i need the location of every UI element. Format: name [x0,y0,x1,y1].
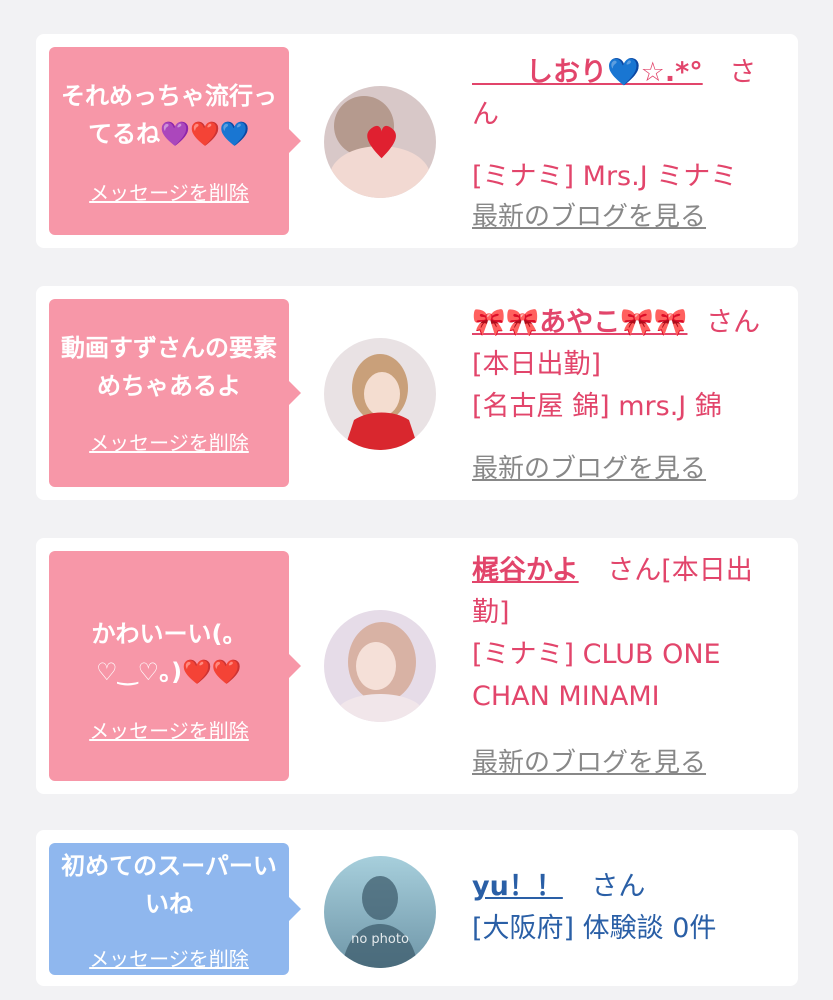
avatar[interactable] [324,86,436,198]
delete-message-link[interactable]: メッセージを削除 [49,177,289,206]
user-name-link[interactable]: しおり💙☆.*° [526,57,703,88]
message-bubble: かわいーい(。♡‿♡。)❤️❤️ メッセージを削除 [49,551,301,781]
shop-label: [ミナミ] CLUB ONE CHAN MINAMI [472,639,721,712]
message-card: それめっちゃ流行ってるね💜❤️💙 メッセージを削除 ＿＿しおり💙☆.*° さん … [36,34,798,248]
message-bubble: 動画すずさんの要素めちゃあるよ メッセージを削除 [49,299,301,487]
message-text: それめっちゃ流行ってるね💜❤️💙 [61,82,277,148]
message-bubble: それめっちゃ流行ってるね💜❤️💙 メッセージを削除 [49,47,301,235]
user-info: yu！！ さん [大阪府] 体験談 0件 [472,866,772,950]
user-name-prefix: ＿＿ [472,57,526,88]
message-card: かわいーい(。♡‿♡。)❤️❤️ メッセージを削除 梶谷かよ さん[本日出勤] … [36,538,798,794]
latest-blog-link[interactable]: 最新のブログを見る [472,196,706,233]
delete-message-link[interactable]: メッセージを削除 [49,715,289,744]
delete-message-link[interactable]: メッセージを削除 [49,943,289,972]
user-info: ＿＿しおり💙☆.*° さん [ミナミ] Mrs.J ミナミ [472,52,772,198]
san-label: さん [591,871,646,902]
shop-label: [ミナミ] Mrs.J ミナミ [472,161,738,192]
message-text: 初めてのスーパーいいね [61,852,277,918]
message-text: かわいーい(。♡‿♡。)❤️❤️ [91,620,247,686]
no-photo-label: no photo [351,932,409,947]
avatar[interactable]: no photo [324,856,436,968]
latest-blog-link[interactable]: 最新のブログを見る [472,742,706,779]
user-info: 🎀🎀あやこ🎀🎀 さん[本日出勤] [名古屋 錦] mrs.J 錦 [472,302,772,428]
shop-label: [大阪府] 体験談 0件 [472,913,717,944]
delete-message-link[interactable]: メッセージを削除 [49,427,289,456]
user-name-link[interactable]: 🎀🎀あやこ🎀🎀 [472,307,687,338]
user-info: 梶谷かよ さん[本日出勤] [ミナミ] CLUB ONE CHAN MINAMI [472,550,772,718]
avatar[interactable] [324,338,436,450]
message-card: 動画すずさんの要素めちゃあるよ メッセージを削除 🎀🎀あやこ🎀🎀 さん[本日出勤… [36,286,798,500]
message-text: 動画すずさんの要素めちゃあるよ [61,334,277,400]
message-bubble: 初めてのスーパーいいね メッセージを削除 [49,843,301,975]
message-card: 初めてのスーパーいいね メッセージを削除 no photo yu！！ さん [大… [36,830,798,986]
shop-label: [名古屋 錦] mrs.J 錦 [472,391,722,422]
user-name-link[interactable]: yu！！ [472,871,563,902]
avatar[interactable] [324,610,436,722]
latest-blog-link[interactable]: 最新のブログを見る [472,448,706,485]
user-name-link[interactable]: 梶谷かよ [472,555,579,586]
